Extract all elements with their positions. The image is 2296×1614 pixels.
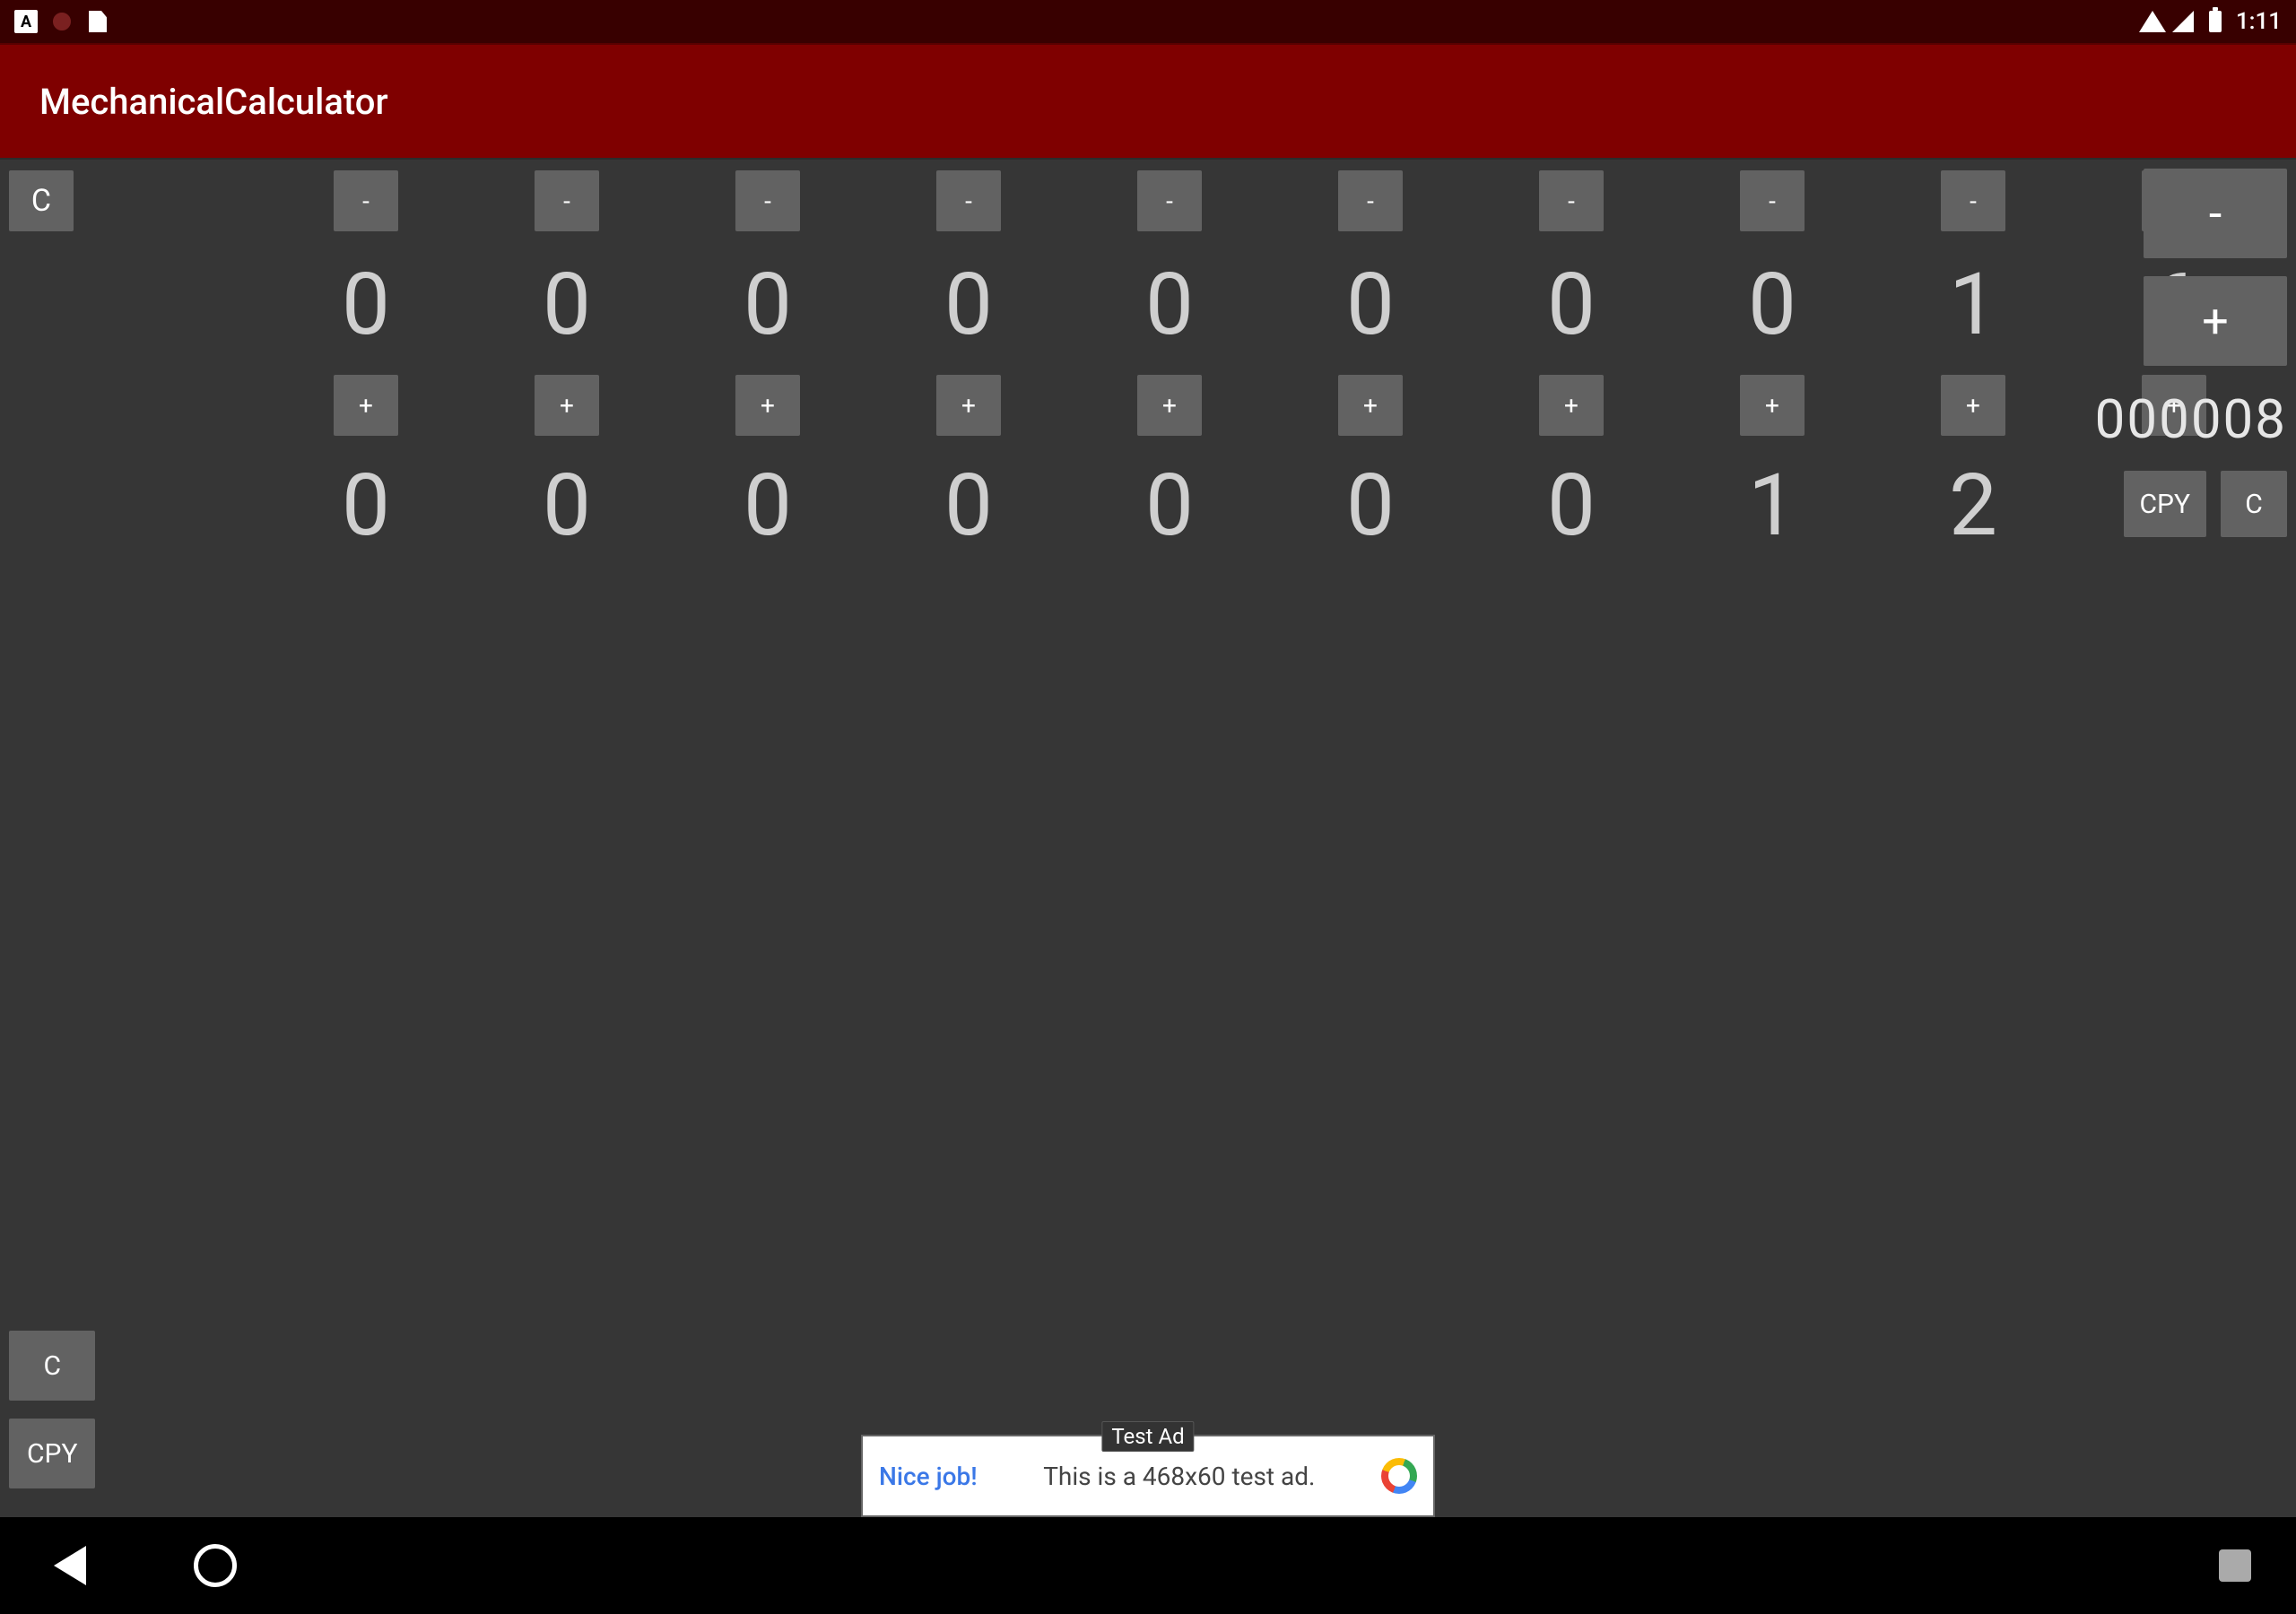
digit-column: -0+0 [334,170,398,576]
column-minus-button[interactable]: - [1740,170,1805,231]
column-top-digit: 0 [1145,231,1194,375]
copy-accumulator-button[interactable]: CPY [2124,471,2206,537]
column-plus-button[interactable]: + [334,375,398,436]
column-top-digit: 0 [1547,231,1596,375]
column-minus-button[interactable]: - [334,170,398,231]
digit-column: -0+0 [1338,170,1403,576]
column-minus-button[interactable]: - [535,170,599,231]
column-bottom-digit: 0 [1547,436,1596,576]
status-bar: A 1:11 [0,0,2296,43]
accumulator-display: 000008 [2095,387,2287,451]
main-area: C -0+0-0+0-0+0-0+0-0+0-0+0-0+0-0+1-1+2-6… [0,158,2296,1517]
cell-signal-icon [2172,11,2194,32]
column-minus-button[interactable]: - [936,170,1001,231]
ad-text: This is a 468x60 test ad. [1043,1462,1315,1491]
digit-column: -0+0 [1137,170,1202,576]
copy-bottom-button[interactable]: CPY [9,1419,95,1488]
column-minus-button[interactable]: - [735,170,800,231]
column-bottom-digit: 0 [342,436,390,576]
column-top-digit: 0 [1346,231,1395,375]
nav-bar [0,1517,2296,1614]
column-plus-button[interactable]: + [1137,375,1202,436]
minus-accumulator-button[interactable]: - [2144,169,2287,258]
column-minus-button[interactable]: - [1539,170,1604,231]
column-top-digit: 0 [744,231,792,375]
column-bottom-digit: 0 [1346,436,1395,576]
admob-logo-icon [1381,1458,1417,1494]
column-minus-button[interactable]: - [1941,170,2005,231]
digit-columns: -0+0-0+0-0+0-0+0-0+0-0+0-0+0-0+1-1+2-6+8 [334,170,2206,576]
column-plus-button[interactable]: + [1539,375,1604,436]
digit-column: -1+2 [1941,170,2005,576]
document-icon [89,11,107,32]
app-title: MechanicalCalculator [39,81,388,123]
column-bottom-digit: 0 [543,436,591,576]
digit-column: -0+0 [535,170,599,576]
column-bottom-digit: 0 [744,436,792,576]
column-plus-button[interactable]: + [1941,375,2005,436]
plus-accumulator-button[interactable]: + [2144,276,2287,366]
back-button-icon[interactable] [54,1546,86,1585]
column-plus-button[interactable]: + [735,375,800,436]
column-bottom-digit: 1 [1748,436,1796,576]
bottom-left-controls: C CPY [9,1331,95,1488]
clear-top-button[interactable]: C [9,170,74,231]
clock: 1:11 [2236,8,2282,35]
column-top-digit: 0 [944,231,993,375]
column-top-digit: 1 [1949,231,1997,375]
digit-column: -0+0 [735,170,800,576]
digit-column: -0+0 [936,170,1001,576]
column-bottom-digit: 2 [1949,436,1997,576]
digit-column: -0+0 [1539,170,1604,576]
column-top-digit: 0 [342,231,390,375]
ad-banner[interactable]: Test Ad Nice job! This is a 468x60 test … [861,1435,1435,1517]
right-panel: - + 000008 CPY C [2111,169,2287,537]
column-plus-button[interactable]: + [1338,375,1403,436]
keyboard-indicator-icon: A [14,10,38,33]
recents-button-icon[interactable] [2219,1549,2251,1582]
column-bottom-digit: 0 [944,436,993,576]
column-top-digit: 0 [1748,231,1796,375]
ad-tag: Test Ad [1101,1421,1194,1452]
column-minus-button[interactable]: - [1137,170,1202,231]
home-button-icon[interactable] [194,1544,237,1587]
clear-accumulator-button[interactable]: C [2221,471,2287,537]
app-bar: MechanicalCalculator [0,43,2296,158]
digit-column: -0+1 [1740,170,1805,576]
column-bottom-digit: 0 [1145,436,1194,576]
ad-left-text: Nice job! [879,1462,978,1491]
column-minus-button[interactable]: - [1338,170,1403,231]
column-plus-button[interactable]: + [1740,375,1805,436]
column-plus-button[interactable]: + [535,375,599,436]
column-plus-button[interactable]: + [936,375,1001,436]
column-top-digit: 0 [543,231,591,375]
clear-bottom-button[interactable]: C [9,1331,95,1401]
record-icon [53,13,71,30]
wifi-icon [2139,11,2162,32]
battery-icon [2209,11,2222,32]
